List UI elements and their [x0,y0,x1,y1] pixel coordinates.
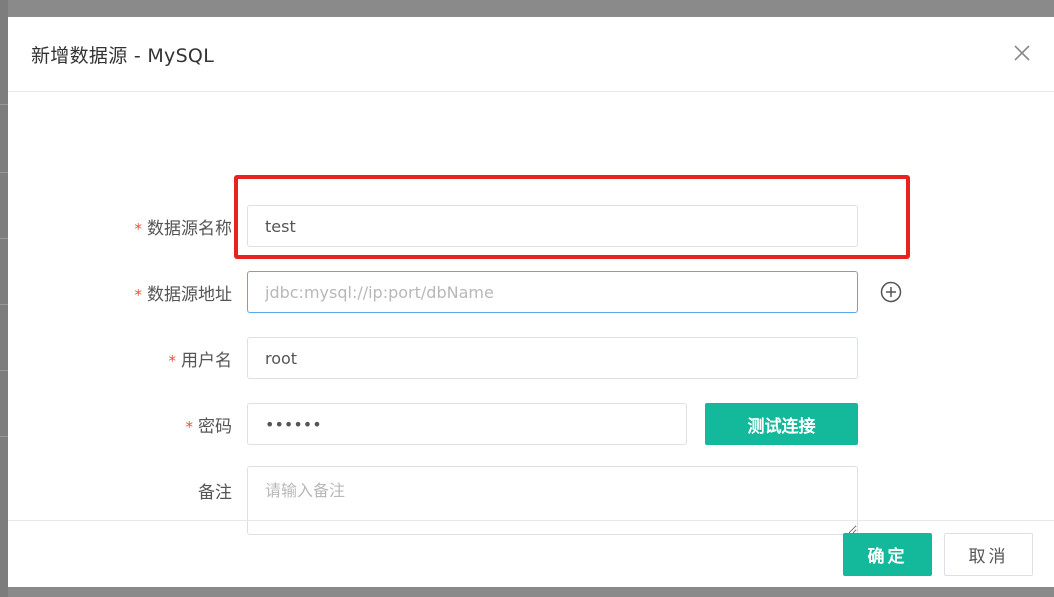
required-mark: * [134,220,143,238]
datasource-url-input[interactable] [247,271,858,313]
cancel-button[interactable]: 取消 [944,533,1033,576]
add-url-button[interactable] [880,281,902,303]
required-mark: * [134,286,143,304]
divider [0,370,8,371]
url-label: * 数据源地址 [134,285,233,305]
background-page [0,0,8,597]
divider [0,172,8,173]
dialog-footer: 确定 取消 [8,520,1054,587]
close-icon [1014,45,1030,61]
divider [0,304,8,305]
divider [0,104,8,105]
close-button[interactable] [1010,41,1034,65]
confirm-button[interactable]: 确定 [843,533,932,576]
divider [0,436,8,437]
dialog-title: 新增数据源 - MySQL [31,45,215,67]
password-label: * 密码 [185,417,233,437]
required-mark: * [168,352,177,370]
dialog-header: 新增数据源 - MySQL [8,17,1054,92]
plus-circle-icon [880,281,902,303]
datasource-name-input[interactable] [247,205,858,247]
add-datasource-dialog: 新增数据源 - MySQL *数据源名称 *数据源地址 [8,17,1054,587]
remark-label: 备注 [198,483,232,503]
username-input[interactable] [247,337,858,379]
test-connection-button[interactable]: 测试连接 [705,403,858,445]
username-label: * 用户名 [168,351,233,371]
name-label: * 数据源名称 [134,219,233,239]
divider [0,238,8,239]
password-input[interactable] [247,403,687,445]
required-mark: * [185,418,194,436]
